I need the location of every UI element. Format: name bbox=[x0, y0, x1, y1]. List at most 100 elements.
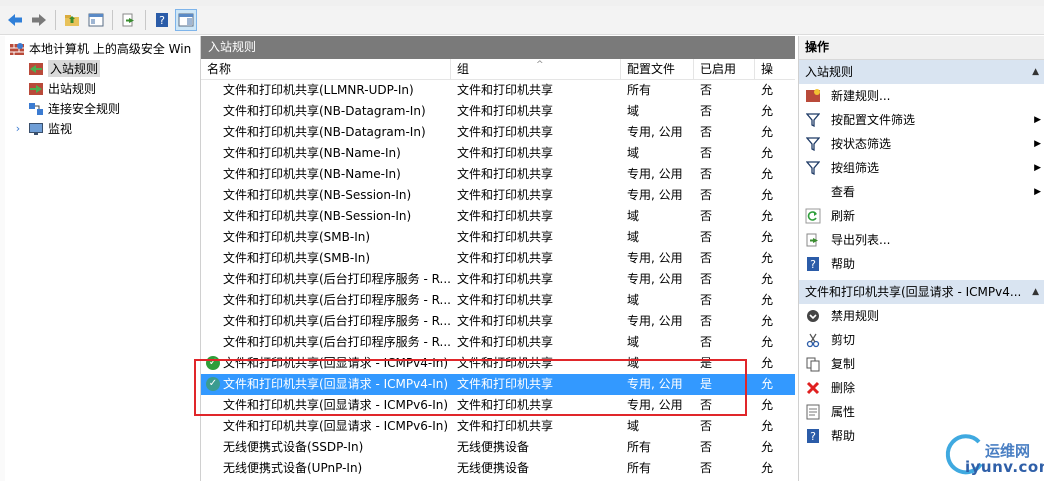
collapse-icon[interactable]: ▲ bbox=[1032, 60, 1039, 84]
table-row[interactable]: 文件和打印机共享(NB-Session-In) 文件和打印机共享 专用, 公用 否 允 bbox=[201, 185, 795, 206]
disable-icon bbox=[805, 308, 821, 324]
table-row[interactable]: 文件和打印机共享(NB-Session-In) 文件和打印机共享 域 否 允 bbox=[201, 206, 795, 227]
action-label: 禁用规则 bbox=[831, 309, 880, 323]
column-header-enabled[interactable]: 已启用 bbox=[694, 59, 755, 79]
cut-icon bbox=[805, 332, 821, 348]
rule-enabled: 否 bbox=[700, 419, 713, 433]
action-item[interactable]: ? 帮助 bbox=[799, 252, 1044, 276]
rule-profile: 专用, 公用 bbox=[627, 188, 683, 202]
action-label: 按状态筛选 bbox=[831, 137, 892, 151]
tree-item-connection-security-rules[interactable]: 连接安全规则 bbox=[28, 99, 120, 118]
help-icon: ? bbox=[156, 13, 168, 27]
rule-action: 允 bbox=[761, 440, 774, 454]
rule-group: 文件和打印机共享 bbox=[457, 314, 554, 328]
rule-enabled: 否 bbox=[700, 293, 713, 307]
rule-name: 文件和打印机共享(后台打印程序服务 - R... bbox=[223, 272, 451, 286]
properties-icon bbox=[805, 404, 821, 420]
action-item[interactable]: 属性 bbox=[799, 400, 1044, 424]
rule-enabled: 否 bbox=[700, 188, 713, 202]
tree-item-outbound-rules[interactable]: 出站规则 bbox=[28, 79, 96, 98]
table-row[interactable]: 文件和打印机共享(后台打印程序服务 - R... 文件和打印机共享 专用, 公用 否 允 bbox=[201, 269, 795, 290]
table-row[interactable]: 文件和打印机共享(SMB-In) 文件和打印机共享 域 否 允 bbox=[201, 227, 795, 248]
export-list-button[interactable] bbox=[118, 9, 140, 31]
actions-section-inbound[interactable]: 入站规则 ▲ bbox=[799, 60, 1044, 84]
rule-group: 文件和打印机共享 bbox=[457, 335, 554, 349]
table-row[interactable]: 文件和打印机共享(NB-Datagram-In) 文件和打印机共享 专用, 公用 否 允 bbox=[201, 122, 795, 143]
table-row[interactable]: 文件和打印机共享(NB-Name-In) 文件和打印机共享 域 否 允 bbox=[201, 143, 795, 164]
rule-profile: 所有 bbox=[627, 461, 652, 475]
outbound-rules-icon bbox=[28, 81, 44, 97]
action-item[interactable]: 刷新 bbox=[799, 204, 1044, 228]
svg-text:?: ? bbox=[159, 14, 165, 27]
rule-action: 允 bbox=[761, 398, 774, 412]
table-row[interactable]: 无线便携式设备(SSDP-In) 无线便携设备 所有 否 允 bbox=[201, 437, 795, 458]
table-row[interactable]: 文件和打印机共享(回显请求 - ICMPv6-In) 文件和打印机共享 专用, 公用… bbox=[201, 395, 795, 416]
table-row[interactable]: 文件和打印机共享(NB-Name-In) 文件和打印机共享 专用, 公用 否 允 bbox=[201, 164, 795, 185]
table-row[interactable]: 文件和打印机共享(后台打印程序服务 - R... 文件和打印机共享 域 否 允 bbox=[201, 290, 795, 311]
rule-enabled: 否 bbox=[700, 104, 713, 118]
action-item[interactable]: 剪切 bbox=[799, 328, 1044, 352]
action-item[interactable]: 按配置文件筛选 ▶ bbox=[799, 108, 1044, 132]
rule-name: 文件和打印机共享(NB-Datagram-In) bbox=[223, 104, 426, 118]
back-button[interactable] bbox=[4, 9, 26, 31]
tree-item-monitoring[interactable]: › 监视 bbox=[12, 119, 72, 138]
rule-group: 文件和打印机共享 bbox=[457, 188, 554, 202]
rule-action: 允 bbox=[761, 377, 774, 391]
enabled-check-icon: ✓ bbox=[206, 356, 220, 370]
table-row[interactable]: 文件和打印机共享(后台打印程序服务 - R... 文件和打印机共享 域 否 允 bbox=[201, 332, 795, 353]
action-item[interactable]: 导出列表... bbox=[799, 228, 1044, 252]
rule-profile: 域 bbox=[627, 104, 640, 118]
action-item[interactable]: 按状态筛选 ▶ bbox=[799, 132, 1044, 156]
action-item[interactable]: 删除 bbox=[799, 376, 1044, 400]
action-label: 刷新 bbox=[831, 209, 856, 223]
action-item[interactable]: 复制 bbox=[799, 352, 1044, 376]
table-row[interactable]: 无线便携式设备(UPnP-In) 无线便携设备 所有 否 允 bbox=[201, 458, 795, 479]
tree-item-inbound-rules[interactable]: 入站规则 bbox=[28, 59, 101, 78]
rule-action: 允 bbox=[761, 419, 774, 433]
table-row[interactable]: 文件和打印机共享(后台打印程序服务 - R... 文件和打印机共享 专用, 公用 否 允 bbox=[201, 311, 795, 332]
collapse-icon[interactable]: ▲ bbox=[1032, 280, 1039, 304]
actions-section-selected-rule[interactable]: 文件和打印机共享(回显请求 - ICMPv4... ▲ bbox=[799, 280, 1044, 304]
table-row[interactable]: 文件和打印机共享(NB-Datagram-In) 文件和打印机共享 域 否 允 bbox=[201, 101, 795, 122]
delete-icon bbox=[805, 380, 821, 396]
rule-name: 文件和打印机共享(回显请求 - ICMPv6-In) bbox=[223, 419, 449, 433]
rule-profile: 专用, 公用 bbox=[627, 377, 683, 391]
show-console-tree-button[interactable] bbox=[85, 9, 107, 31]
up-folder-button[interactable] bbox=[61, 9, 83, 31]
tree-root[interactable]: 本地计算机 上的高级安全 Win bbox=[9, 39, 191, 58]
watermark: 运维网 iyunv.com bbox=[937, 430, 1044, 481]
action-label: 帮助 bbox=[831, 429, 856, 443]
column-header-action[interactable]: 操 bbox=[755, 59, 795, 79]
action-item[interactable]: 按组筛选 ▶ bbox=[799, 156, 1044, 180]
column-header-name[interactable]: 名称 bbox=[201, 59, 451, 79]
rule-action: 允 bbox=[761, 167, 774, 181]
forward-button[interactable] bbox=[28, 9, 50, 31]
table-row[interactable]: 文件和打印机共享(LLMNR-UDP-In) 文件和打印机共享 所有 否 允 bbox=[201, 80, 795, 101]
rule-enabled: 否 bbox=[700, 125, 713, 139]
table-row[interactable]: ✓ 文件和打印机共享(回显请求 - ICMPv4-In) 文件和打印机共享 专用, 公… bbox=[201, 374, 795, 395]
show-hide-action-pane-button[interactable] bbox=[175, 9, 197, 31]
action-label: 查看 bbox=[831, 185, 856, 199]
new-rule-icon bbox=[805, 88, 821, 104]
column-header-profile[interactable]: 配置文件 bbox=[621, 59, 694, 79]
table-row[interactable]: ✓ 文件和打印机共享(回显请求 - ICMPv4-In) 文件和打印机共享 域 是 允 bbox=[201, 353, 795, 374]
toolbar-separator bbox=[145, 10, 146, 30]
rule-name: 文件和打印机共享(后台打印程序服务 - R... bbox=[223, 314, 451, 328]
rule-name: 文件和打印机共享(SMB-In) bbox=[223, 251, 371, 265]
table-row[interactable]: 文件和打印机共享(回显请求 - ICMPv6-In) 文件和打印机共享 域 否 允 bbox=[201, 416, 795, 437]
rule-name: 文件和打印机共享(SMB-In) bbox=[223, 230, 371, 244]
table-row[interactable]: 文件和打印机共享(SMB-In) 文件和打印机共享 专用, 公用 否 允 bbox=[201, 248, 795, 269]
expand-chevron-icon[interactable]: › bbox=[12, 121, 24, 137]
properties-pane-icon bbox=[88, 13, 104, 27]
rule-action: 允 bbox=[761, 461, 774, 475]
rules-table-body: 文件和打印机共享(LLMNR-UDP-In) 文件和打印机共享 所有否允文件和打印机… bbox=[201, 80, 795, 479]
action-item[interactable]: 查看 ▶ bbox=[799, 180, 1044, 204]
action-item[interactable]: 新建规则... bbox=[799, 84, 1044, 108]
filter-icon bbox=[805, 112, 821, 128]
rule-profile: 域 bbox=[627, 293, 640, 307]
rule-group: 文件和打印机共享 bbox=[457, 209, 554, 223]
action-item[interactable]: 禁用规则 bbox=[799, 304, 1044, 328]
rule-profile: 域 bbox=[627, 146, 640, 160]
rule-group: 文件和打印机共享 bbox=[457, 419, 554, 433]
help-button[interactable]: ? bbox=[151, 9, 173, 31]
